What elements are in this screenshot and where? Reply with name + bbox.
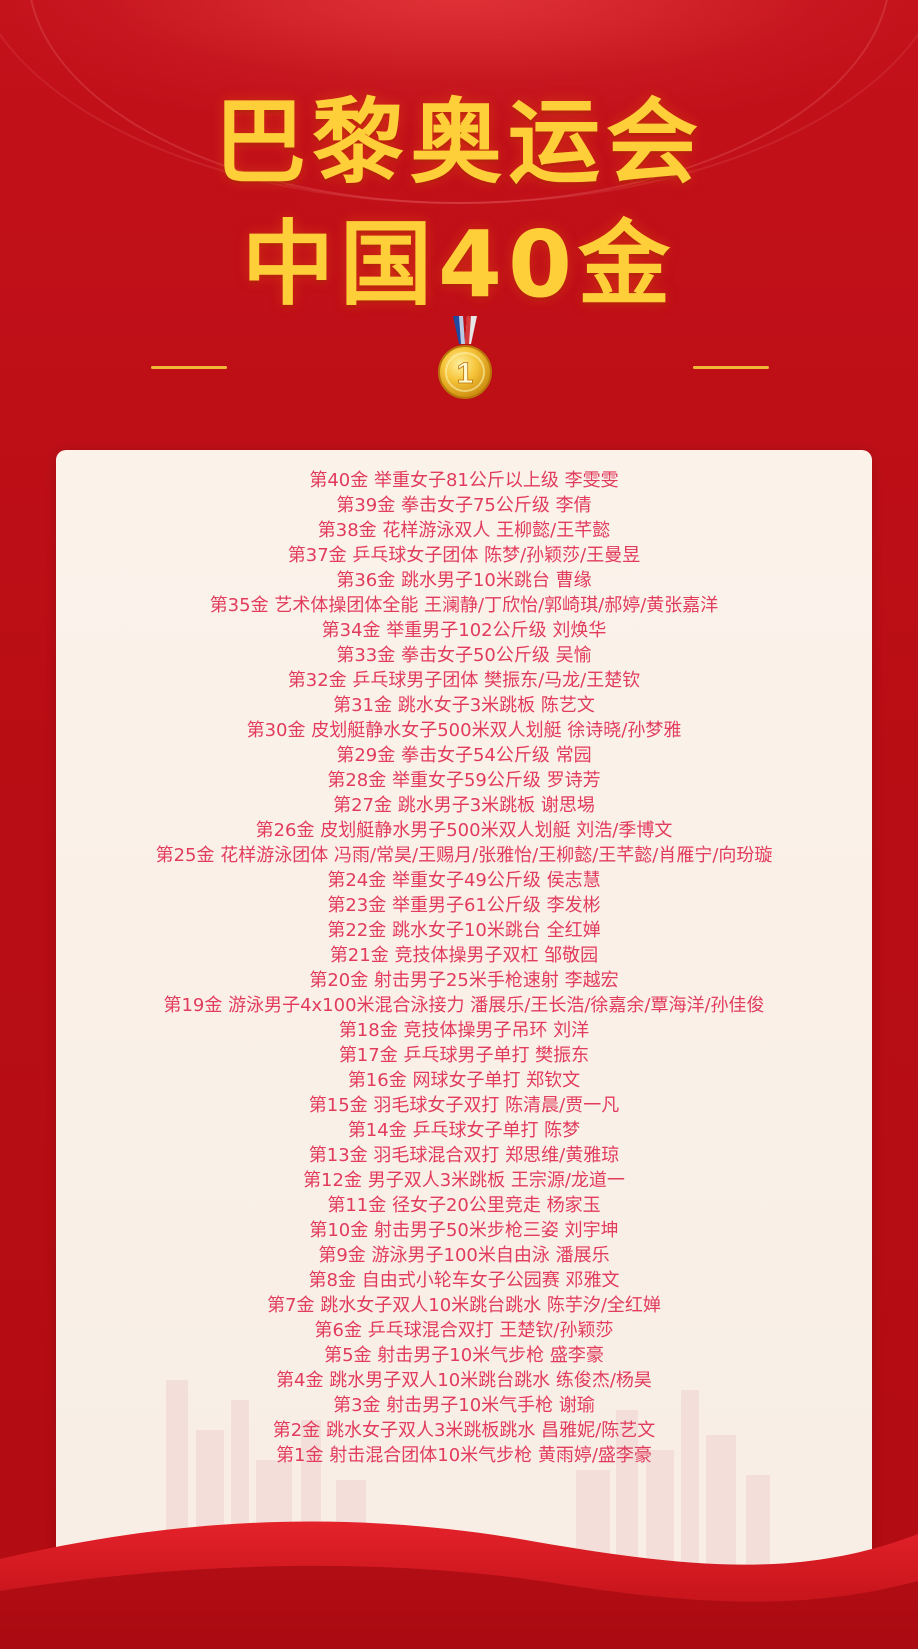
medal-row: 第12金 男子双人3米跳板 王宗源/龙道一 <box>303 1170 625 1191</box>
title-line-2: 中国40金 <box>241 211 677 318</box>
medal-row: 第10金 射击男子50米步枪三姿 刘宇坤 <box>309 1220 619 1241</box>
medal-row: 第25金 花样游泳团体 冯雨/常昊/王赐月/张雅怡/王柳懿/王芊懿/肖雁宁/向玢… <box>155 845 773 866</box>
bottom-wave-decor <box>0 1521 918 1649</box>
right-divider <box>693 366 769 369</box>
medal-row: 第30金 皮划艇静水女子500米双人划艇 徐诗晓/孙梦雅 <box>246 720 682 741</box>
medal-row: 第2金 跳水女子双人3米跳板跳水 昌雅妮/陈艺文 <box>272 1420 656 1441</box>
medal-row: 第27金 跳水男子3米跳板 谢思埸 <box>333 795 595 816</box>
medal-row: 第35金 艺术体操团体全能 王澜静/丁欣怡/郭崎琪/郝婷/黄张嘉洋 <box>209 595 719 616</box>
title-line-1: 巴黎奥运会 <box>213 89 704 196</box>
medal-list: 第40金 举重女子81公斤以上级 李雯雯 第39金 拳击女子75公斤级 李倩 第38… <box>56 468 872 1468</box>
medal-row: 第17金 乒乓球男子单打 樊振东 <box>338 1045 590 1066</box>
medal-row: 第28金 举重女子59公斤级 罗诗芳 <box>327 770 601 791</box>
left-divider <box>151 366 227 369</box>
medal-row: 第33金 拳击女子50公斤级 吴愉 <box>336 645 592 666</box>
medal-row: 第31金 跳水女子3米跳板 陈艺文 <box>333 695 595 716</box>
medal-number: 1 <box>457 357 474 390</box>
medal-row: 第13金 羽毛球混合双打 郑思维/黄雅琼 <box>308 1145 620 1166</box>
medal-row: 第19金 游泳男子4x100米混合泳接力 潘展乐/王长浩/徐嘉余/覃海洋/孙佳俊 <box>163 995 765 1016</box>
medal-row: 第39金 拳击女子75公斤级 李倩 <box>336 495 592 516</box>
medal-row: 第16金 网球女子单打 郑钦文 <box>347 1070 581 1091</box>
medal-row: 第23金 举重男子61公斤级 李发彬 <box>327 895 601 916</box>
medal-row: 第29金 拳击女子54公斤级 常园 <box>336 745 592 766</box>
medal-row: 第3金 射击男子10米气手枪 谢瑜 <box>333 1395 595 1416</box>
gold-medal-icon: 1 <box>438 316 492 399</box>
medal-row: 第4金 跳水男子双人10米跳台跳水 练俊杰/杨昊 <box>276 1370 652 1391</box>
medal-row: 第38金 花样游泳双人 王柳懿/王芊懿 <box>317 520 611 541</box>
medal-row: 第6金 乒乓球混合双打 王楚钦/孙颖莎 <box>314 1320 614 1341</box>
medal-row: 第18金 竞技体操男子吊环 刘洋 <box>338 1020 590 1041</box>
medal-row: 第1金 射击混合团体10米气步枪 黄雨婷/盛李豪 <box>276 1445 652 1466</box>
medal-row: 第22金 跳水女子10米跳台 全红婵 <box>327 920 601 941</box>
medal-row: 第20金 射击男子25米手枪速射 李越宏 <box>309 970 619 991</box>
medal-list-card: 第40金 举重女子81公斤以上级 李雯雯 第39金 拳击女子75公斤级 李倩 第38… <box>56 450 872 1580</box>
medal-row: 第40金 举重女子81公斤以上级 李雯雯 <box>309 470 619 491</box>
medal-row: 第37金 乒乓球女子团体 陈梦/孙颖莎/王曼昱 <box>287 545 641 566</box>
medal-row: 第21金 竞技体操男子双杠 邹敬园 <box>329 945 599 966</box>
medal-row: 第32金 乒乓球男子团体 樊振东/马龙/王楚钦 <box>287 670 641 691</box>
medal-row: 第14金 乒乓球女子单打 陈梦 <box>347 1120 581 1141</box>
medal-row: 第24金 举重女子49公斤级 侯志慧 <box>327 870 601 891</box>
medal-row: 第7金 跳水女子双人10米跳台跳水 陈芋汐/全红婵 <box>267 1295 661 1316</box>
medal-row: 第8金 自由式小轮车女子公园赛 邓雅文 <box>308 1270 620 1291</box>
medal-row: 第11金 径女子20公里竞走 杨家玉 <box>327 1195 601 1216</box>
medal-row: 第26金 皮划艇静水男子500米双人划艇 刘浩/季博文 <box>255 820 673 841</box>
medal-row: 第5金 射击男子10米气步枪 盛李豪 <box>324 1345 604 1366</box>
medal-row: 第34金 举重男子102公斤级 刘焕华 <box>321 620 607 641</box>
medal-row: 第36金 跳水男子10米跳台 曹缘 <box>336 570 592 591</box>
medal-row: 第9金 游泳男子100米自由泳 潘展乐 <box>318 1245 610 1266</box>
medal-row: 第15金 羽毛球女子双打 陈清晨/贾一凡 <box>308 1095 620 1116</box>
